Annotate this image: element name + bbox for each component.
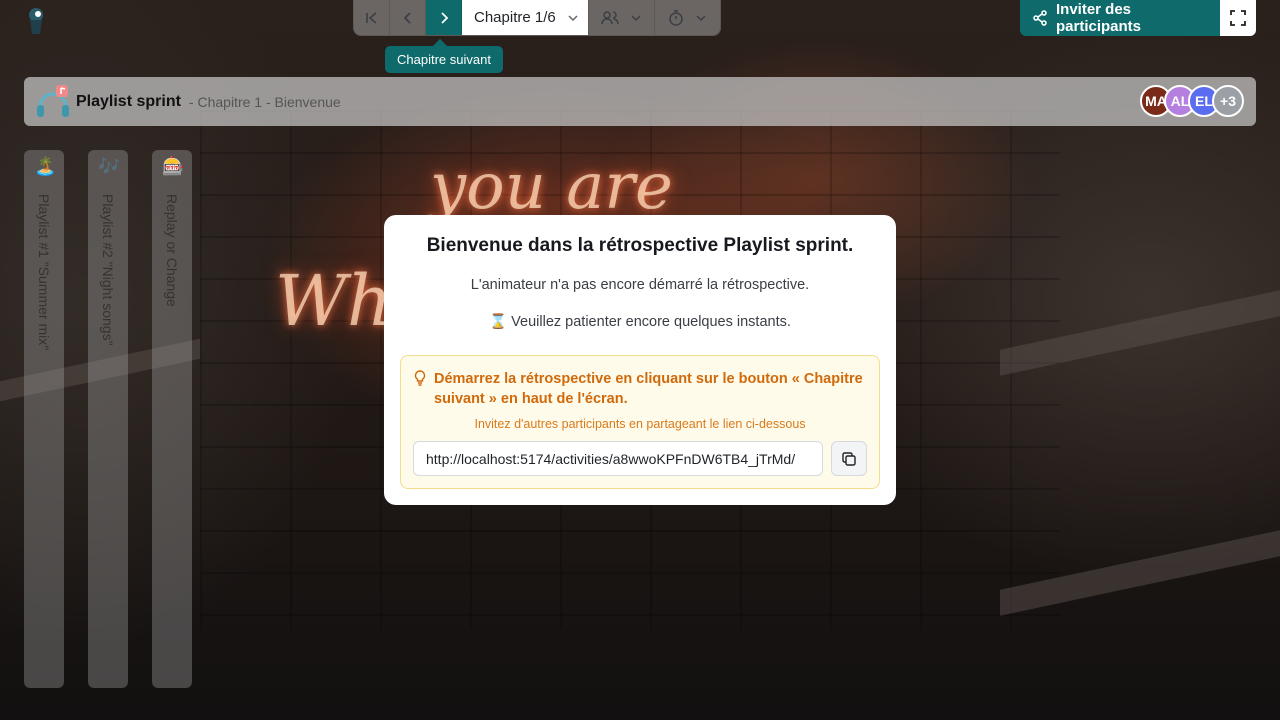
chapter-select-label: Chapitre 1/6 (474, 9, 556, 26)
island-icon: 🏝️ (34, 156, 57, 176)
next-chapter-button[interactable] (426, 0, 462, 35)
column-label: Playlist #2 "Night songs" (100, 194, 116, 346)
users-icon (600, 10, 619, 24)
music-notes-icon: 🎶 (98, 156, 121, 176)
copy-link-button[interactable] (831, 441, 867, 476)
headphones-icon (37, 84, 69, 117)
column-playlist-1[interactable]: 🏝️ Playlist #1 "Summer mix" (24, 150, 64, 688)
start-hint-box: Démarrez la rétrospective en cliquant su… (400, 355, 880, 489)
fullscreen-icon (1230, 10, 1246, 26)
participant-avatars[interactable]: MA AL EL +3 (1140, 85, 1244, 117)
modal-not-started-text: L'animateur n'a pas encore démarré la ré… (470, 277, 810, 293)
previous-chapter-button[interactable] (390, 0, 426, 35)
chevron-left-icon (403, 11, 411, 24)
welcome-modal: Bienvenue dans la rétrospective Playlist… (384, 215, 896, 505)
modal-wait-text: ⌛ Veuillez patienter encore quelques ins… (489, 314, 791, 330)
chevron-down-icon (630, 14, 641, 21)
copy-icon (842, 451, 856, 466)
fullscreen-button[interactable] (1220, 0, 1256, 36)
column-label: Replay or Change (164, 194, 180, 307)
chapter-subtitle: - Chapitre 1 - Bienvenue (188, 93, 341, 110)
column-replay-or-change[interactable]: 🎰 Replay or Change (152, 150, 192, 688)
first-chapter-button[interactable] (354, 0, 390, 35)
slot-machine-icon: 🎰 (162, 156, 185, 176)
chevron-right-icon (440, 11, 448, 24)
participants-dropdown[interactable] (588, 0, 654, 35)
column-playlist-2[interactable]: 🎶 Playlist #2 "Night songs" (88, 150, 128, 688)
start-hint-text: Démarrez la rétrospective en cliquant su… (434, 371, 863, 407)
invite-hint-text: Invitez d'autres participants en partage… (474, 417, 806, 431)
app-logo-icon[interactable] (26, 6, 48, 36)
next-chapter-tooltip: Chapitre suivant (385, 46, 503, 73)
more-participants-badge[interactable]: +3 (1212, 85, 1244, 117)
chapter-select[interactable]: Chapitre 1/6 (462, 0, 588, 35)
timer-dropdown[interactable] (654, 0, 720, 35)
modal-title: Bienvenue dans la rétrospective Playlist… (426, 235, 854, 256)
share-icon (1033, 10, 1047, 26)
timer-icon (668, 9, 683, 26)
invite-participants-button[interactable]: Inviter des participants (1020, 0, 1220, 36)
chevron-down-icon (568, 14, 578, 21)
chapter-toolbar: Chapitre 1/6 (353, 0, 721, 36)
skip-back-icon (365, 11, 377, 24)
activity-header: Playlist sprint - Chapitre 1 - Bienvenue… (24, 77, 1256, 126)
column-label: Playlist #1 "Summer mix" (36, 194, 52, 351)
lightbulb-icon (414, 370, 426, 386)
activity-title: Playlist sprint (76, 92, 181, 110)
invite-link-field[interactable] (413, 441, 823, 476)
chevron-down-icon (695, 14, 706, 21)
invite-participants-label: Inviter des participants (1055, 1, 1142, 35)
